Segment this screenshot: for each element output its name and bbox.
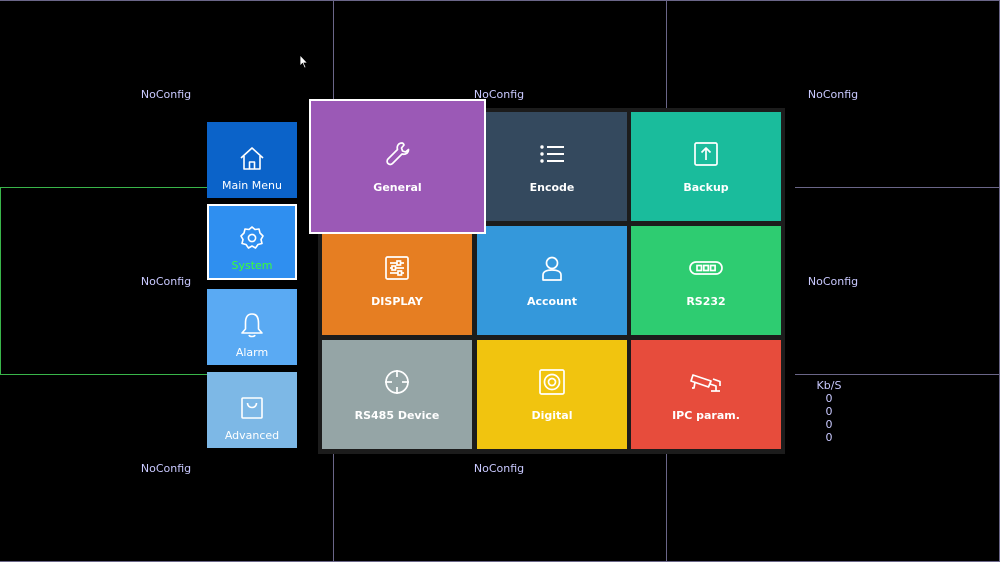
tile-label: DISPLAY [371,295,423,308]
sidebar-item-alarm[interactable]: Alarm [207,289,297,365]
bitrate-value: 0 [825,418,833,431]
tile-rs232[interactable]: RS232 [631,226,781,335]
tile-label: Account [526,295,578,308]
tile-label: Backup [683,181,729,194]
grid-divider-horizontal [795,187,1000,188]
tile-label: General [373,181,422,194]
grid-divider-vertical [666,454,667,562]
grid-divider-horizontal [0,374,207,375]
camera-cell-label: NoConfig [140,462,192,475]
tile-ipc-param[interactable]: IPC param. [631,340,781,449]
mouse-cursor-icon [299,54,309,69]
bag-icon [237,393,267,423]
sidebar-item-label: System [231,259,273,272]
camera-icon [689,367,723,397]
camera-cell-label: NoConfig [140,275,192,288]
camera-cell-label: NoConfig [807,275,859,288]
speaker-icon [537,367,567,397]
grid-divider-horizontal [795,374,1000,375]
tile-general[interactable]: General [309,99,486,234]
sidebar-item-label: Advanced [224,429,280,442]
grid-divider-vertical [333,454,334,562]
tile-rs485-device[interactable]: RS485 Device [322,340,472,449]
bitrate-header: Kb/S [816,379,842,392]
tile-encode[interactable]: Encode [477,112,627,221]
tile-backup[interactable]: Backup [631,112,781,221]
tile-label: Encode [529,181,575,194]
tile-label: IPC param. [672,409,740,422]
home-icon [237,143,267,173]
sliders-icon [382,253,412,283]
upload-icon [691,139,721,169]
tile-digital[interactable]: Digital [477,340,627,449]
tile-display[interactable]: DISPLAY [322,226,472,335]
serial-port-icon [688,253,724,283]
tile-account[interactable]: Account [477,226,627,335]
camera-cell-label: NoConfig [140,88,192,101]
crosshair-icon [382,367,412,397]
bell-icon [237,310,267,340]
bitrate-value: 0 [825,405,833,418]
list-icon [537,139,567,169]
grid-divider-horizontal [0,0,1000,1]
sidebar-item-label: Main Menu [222,179,282,192]
bitrate-readout: Kb/S 0 0 0 0 [812,379,846,444]
grid-divider-vertical [0,187,1,374]
gear-icon [237,223,267,253]
sidebar-item-system[interactable]: System [207,204,297,280]
grid-divider-vertical [333,0,334,100]
grid-divider-horizontal [0,187,207,188]
camera-cell-label: NoConfig [807,88,859,101]
camera-cell-label: NoConfig [473,462,525,475]
grid-divider-vertical [666,0,667,108]
tile-label: RS485 Device [354,409,440,422]
sidebar-item-advanced[interactable]: Advanced [207,372,297,448]
wrench-icon [383,139,413,169]
bitrate-value: 0 [825,431,833,444]
tile-label: RS232 [686,295,726,308]
sidebar-item-label: Alarm [235,346,269,359]
bitrate-value: 0 [825,392,833,405]
user-icon [537,253,567,283]
tile-label: Digital [531,409,573,422]
sidebar-item-main-menu[interactable]: Main Menu [207,122,297,198]
